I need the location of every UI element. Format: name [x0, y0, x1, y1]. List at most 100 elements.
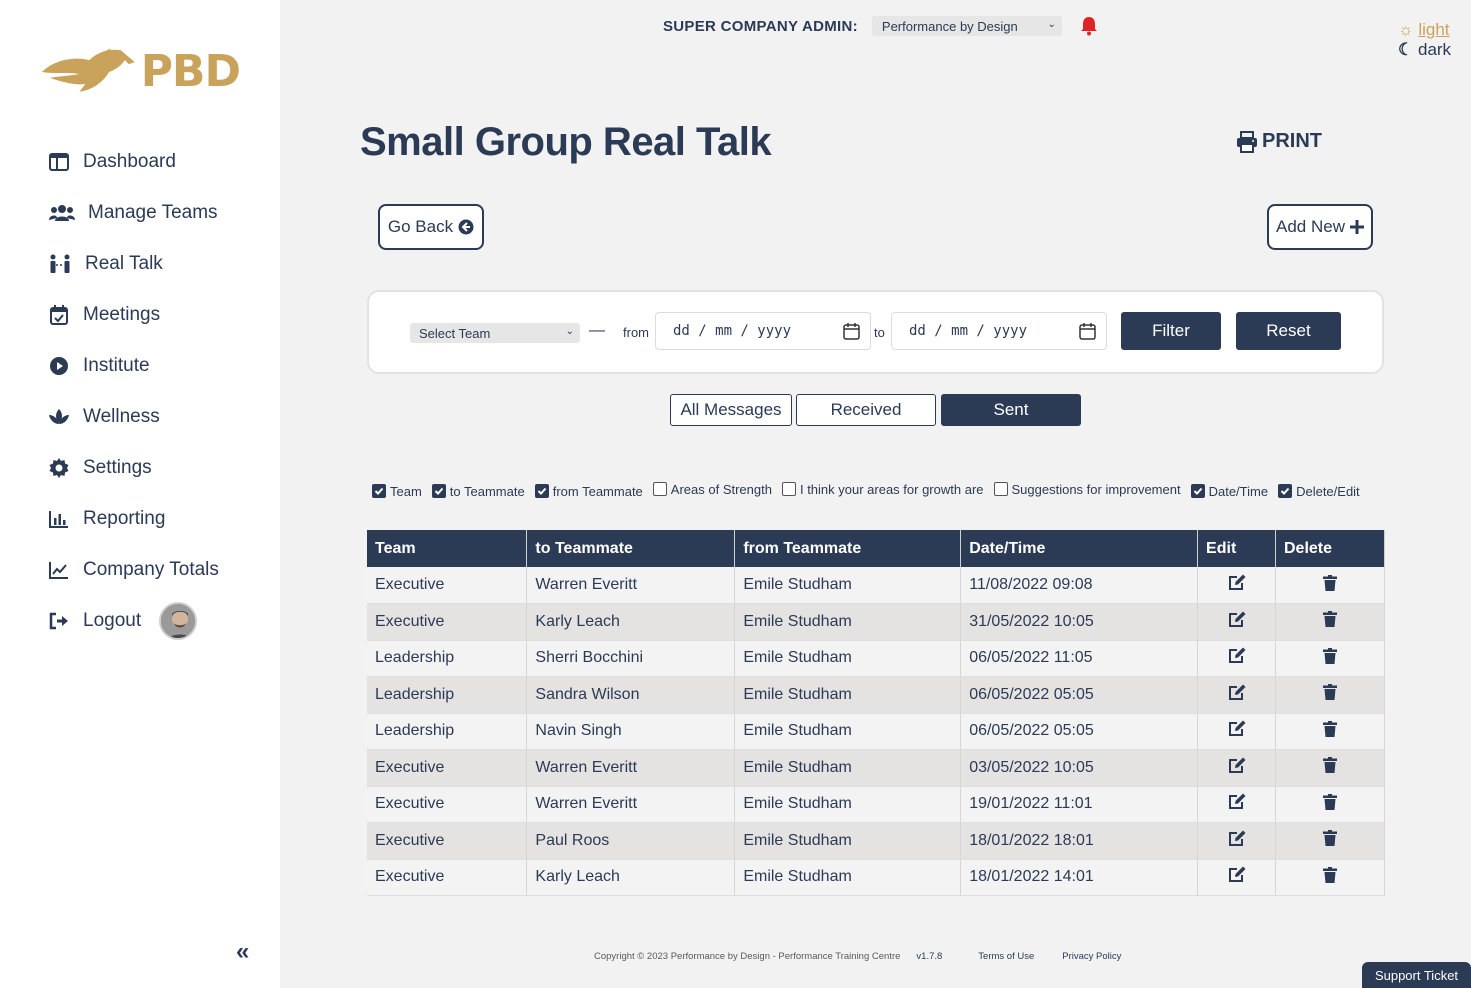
- filter-button[interactable]: Filter: [1121, 312, 1221, 350]
- edit-button[interactable]: [1197, 749, 1276, 787]
- checkbox-checked[interactable]: [1190, 484, 1205, 498]
- sidebar-item-wellness[interactable]: Wellness: [48, 391, 219, 442]
- sidebar-item-logout[interactable]: Logout: [48, 595, 219, 646]
- moon-icon: ☾: [1398, 40, 1414, 59]
- privacy-link[interactable]: Privacy Policy: [1062, 951, 1121, 962]
- topbar: SUPER COMPANY ADMIN: Performance by Desi…: [663, 14, 1098, 38]
- column-header-from-teammate[interactable]: from Teammate: [734, 530, 962, 567]
- sidebar-item-manage-teams[interactable]: Manage Teams: [48, 187, 219, 238]
- lotus-icon: [48, 406, 70, 428]
- edit-icon: [1228, 647, 1246, 664]
- sidebar-item-real-talk[interactable]: Real Talk: [48, 238, 219, 289]
- table-row: Leadership Sherri Bocchini Emile Studham 06…: [367, 640, 1385, 677]
- edit-icon: [1228, 830, 1246, 846]
- column-visibility-options: Team to Teammate from Teammate Areas of Str…: [372, 480, 1372, 509]
- theme-dark-label: dark: [1417, 40, 1452, 59]
- edit-button[interactable]: [1197, 822, 1276, 860]
- column-toggle[interactable]: I think your areas for growth are: [781, 480, 984, 498]
- column-toggle[interactable]: from Teammate: [534, 482, 643, 500]
- edit-button[interactable]: [1197, 676, 1276, 714]
- reset-button[interactable]: Reset: [1236, 312, 1341, 350]
- checkbox-checked[interactable]: [372, 484, 386, 498]
- checkbox-unchecked[interactable]: [993, 482, 1008, 496]
- delete-button[interactable]: [1275, 822, 1385, 860]
- plus-icon: [1349, 220, 1364, 234]
- edit-button[interactable]: [1197, 603, 1276, 641]
- delete-button[interactable]: [1275, 749, 1385, 787]
- tab-sent[interactable]: Sent: [941, 394, 1081, 426]
- checkbox-unchecked[interactable]: [652, 482, 667, 496]
- cell-date-time: 11/08/2022 09:08: [960, 567, 1199, 604]
- delete-button[interactable]: [1275, 713, 1385, 750]
- go-back-button[interactable]: Go Back: [378, 204, 484, 250]
- checkbox-checked[interactable]: [534, 484, 549, 498]
- delete-button[interactable]: [1275, 603, 1385, 641]
- sidebar-item-settings[interactable]: Settings: [48, 442, 219, 493]
- edit-button[interactable]: [1197, 859, 1276, 896]
- support-ticket-button[interactable]: Support Ticket: [1362, 962, 1471, 988]
- theme-dark-option[interactable]: ☾ dark: [1398, 40, 1451, 60]
- checkbox-checked[interactable]: [431, 484, 446, 498]
- checkbox-unchecked[interactable]: [781, 482, 796, 496]
- pbd-logo[interactable]: PBD: [40, 44, 241, 98]
- sidebar-item-institute[interactable]: Institute: [48, 340, 219, 391]
- sidebar-item-meetings[interactable]: Meetings: [48, 289, 219, 340]
- trash-icon: [1323, 684, 1337, 701]
- column-toggle[interactable]: Areas of Strength: [652, 480, 772, 498]
- sidebar-item-dashboard[interactable]: Dashboard: [48, 136, 219, 187]
- checkbox-checked[interactable]: [1278, 484, 1293, 498]
- avatar[interactable]: [159, 601, 198, 640]
- column-toggle[interactable]: Team: [372, 482, 422, 500]
- column-header-team[interactable]: Team: [367, 530, 528, 567]
- delete-button[interactable]: [1275, 640, 1385, 677]
- table-row: Executive Warren Everitt Emile Studham 11/0…: [367, 567, 1385, 604]
- date-from-input[interactable]: dd / mm / yyyy: [655, 312, 871, 350]
- trash-icon: [1323, 611, 1337, 628]
- cell-to-teammate: Sandra Wilson: [526, 676, 736, 714]
- cell-date-time: 06/05/2022 05:05: [960, 676, 1199, 714]
- column-header-edit: Edit: [1197, 530, 1276, 567]
- table-row: Executive Karly Leach Emile Studham 31/05/2…: [367, 603, 1385, 641]
- column-toggle[interactable]: to Teammate: [431, 482, 525, 500]
- table-row: Executive Warren Everitt Emile Studham 19/0…: [367, 786, 1385, 823]
- column-header-date-time[interactable]: Date/Time: [960, 530, 1199, 567]
- column-toggle[interactable]: Delete/Edit: [1278, 482, 1360, 500]
- sidebar-item-reporting[interactable]: Reporting: [48, 493, 219, 544]
- copyright-text: Copyright © 2023 Performance by Design -…: [594, 951, 901, 962]
- tab-received[interactable]: Received: [796, 394, 936, 426]
- tab-all-messages[interactable]: All Messages: [670, 394, 792, 426]
- calendar-icon[interactable]: [843, 323, 860, 340]
- table-row: Executive Warren Everitt Emile Studham 03/0…: [367, 749, 1385, 787]
- delete-button[interactable]: [1275, 859, 1385, 896]
- trash-icon: [1323, 574, 1337, 591]
- column-toggle[interactable]: Suggestions for improvement: [993, 480, 1181, 498]
- calendar-check-icon: [48, 304, 70, 326]
- edit-button[interactable]: [1197, 713, 1276, 750]
- date-to-input[interactable]: dd / mm / yyyy: [891, 312, 1107, 350]
- sidebar-item-company-totals[interactable]: Company Totals: [48, 544, 219, 595]
- calendar-icon[interactable]: [1079, 323, 1096, 340]
- theme-light-option[interactable]: ☼ light: [1398, 20, 1451, 40]
- print-label: PRINT: [1262, 130, 1322, 152]
- cell-from-teammate: Emile Studham: [734, 713, 962, 750]
- column-header-to-teammate[interactable]: to Teammate: [526, 530, 736, 567]
- cell-date-time: 18/01/2022 18:01: [960, 822, 1199, 860]
- delete-button[interactable]: [1275, 786, 1385, 823]
- logout-icon: [48, 610, 70, 632]
- edit-button[interactable]: [1197, 786, 1276, 823]
- company-select[interactable]: Performance by Design ⌄: [871, 16, 1062, 36]
- add-new-button[interactable]: Add New: [1267, 204, 1373, 250]
- collapse-sidebar-button[interactable]: «: [236, 938, 249, 966]
- print-button[interactable]: PRINT: [1236, 130, 1322, 153]
- terms-link[interactable]: Terms of Use: [978, 951, 1034, 962]
- edit-icon: [1228, 684, 1246, 700]
- team-select[interactable]: Select Team ⌄: [410, 323, 580, 343]
- delete-button[interactable]: [1275, 676, 1385, 714]
- edit-button[interactable]: [1197, 567, 1276, 604]
- bell-icon[interactable]: [1080, 16, 1098, 36]
- edit-button[interactable]: [1197, 640, 1276, 677]
- delete-button[interactable]: [1275, 567, 1385, 604]
- cell-to-teammate: Warren Everitt: [526, 749, 736, 787]
- cell-from-teammate: Emile Studham: [734, 676, 962, 714]
- column-toggle[interactable]: Date/Time: [1190, 482, 1268, 500]
